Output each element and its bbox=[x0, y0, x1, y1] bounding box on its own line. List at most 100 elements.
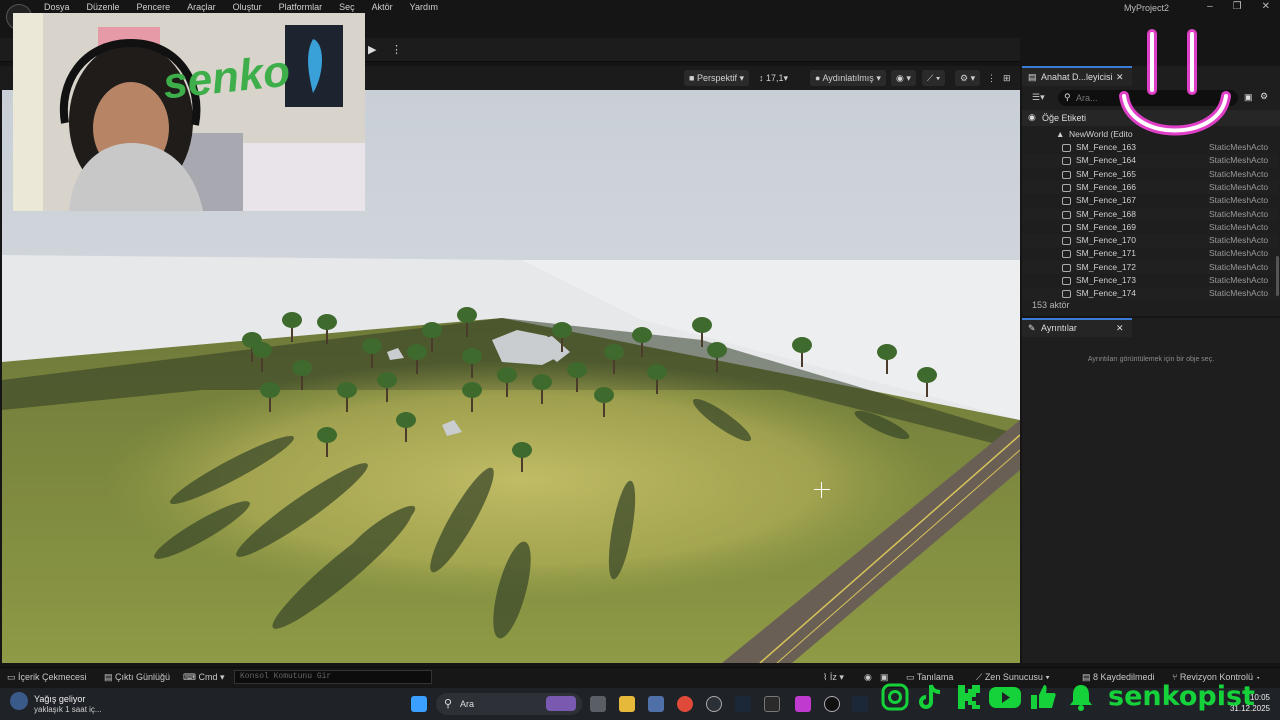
show-button[interactable]: ◉ ▾ bbox=[891, 70, 916, 86]
outliner-row[interactable]: SM_Fence_173 StaticMeshActo bbox=[1022, 274, 1278, 287]
weather-title[interactable]: Yağış geliyor bbox=[34, 694, 85, 704]
tree-canopy bbox=[692, 317, 712, 333]
record-icon[interactable]: ◉ bbox=[864, 672, 872, 683]
tree-canopy bbox=[917, 367, 937, 383]
static-mesh-icon bbox=[1062, 263, 1071, 272]
play-icon[interactable]: ▶ bbox=[368, 43, 382, 57]
app-icon[interactable] bbox=[706, 696, 722, 712]
tree-canopy bbox=[422, 322, 442, 338]
close-details-icon[interactable]: ✕ bbox=[1116, 323, 1124, 334]
close-button[interactable]: ✕ bbox=[1262, 1, 1270, 12]
maximize-button[interactable]: ❐ bbox=[1233, 1, 1242, 12]
outliner-row[interactable]: SM_Fence_165 StaticMeshActo bbox=[1022, 168, 1278, 181]
filter-icon[interactable]: ☰▾ bbox=[1032, 92, 1045, 103]
diagnostics-icon: ▭ bbox=[906, 672, 917, 682]
unreal-engine-icon[interactable] bbox=[824, 696, 840, 712]
terminal-icon: ⌨ bbox=[183, 672, 199, 682]
static-mesh-icon bbox=[1062, 170, 1071, 179]
menu-file[interactable]: Dosya bbox=[44, 2, 79, 12]
console-input[interactable]: Konsol Komutunu Gir bbox=[234, 670, 432, 684]
row-type: StaticMeshActo bbox=[1209, 275, 1269, 285]
outliner-row[interactable]: SM_Fence_168 StaticMeshActo bbox=[1022, 207, 1278, 221]
menu-edit[interactable]: Düzenle bbox=[87, 2, 129, 12]
weather-icon[interactable] bbox=[10, 692, 28, 710]
tree-canopy bbox=[252, 342, 272, 358]
outliner-settings-icon[interactable]: ⚙ bbox=[1260, 91, 1268, 102]
tree-canopy bbox=[407, 344, 427, 360]
details-panel: ✎ Ayrıntılar ✕ Ayrıntıları görüntülemek … bbox=[1022, 318, 1280, 663]
search-highlight-icon bbox=[546, 696, 576, 711]
add-folder-icon[interactable]: ▣ bbox=[1244, 92, 1253, 103]
perspective-button[interactable]: ■ Perspektif ▾ bbox=[684, 70, 749, 86]
log-icon: ▤ bbox=[104, 672, 116, 682]
menu-actor[interactable]: Aktör bbox=[372, 2, 402, 12]
fov-button[interactable]: ↕ 17,1▾ bbox=[754, 70, 793, 86]
file-explorer-icon[interactable] bbox=[619, 696, 635, 712]
content-drawer-label: İçerik Çekmecesi bbox=[18, 672, 87, 682]
more-options-icon[interactable]: ⋮ bbox=[391, 43, 402, 56]
outliner-scrollbar[interactable] bbox=[1276, 256, 1279, 296]
tree-canopy bbox=[647, 364, 667, 380]
item-label-column[interactable]: Öğe Etiketi bbox=[1042, 113, 1086, 123]
menu-tools[interactable]: Araçlar bbox=[187, 2, 225, 12]
lighting-button[interactable]: ● Aydınlatılmış ▾ bbox=[810, 70, 886, 86]
row-type: StaticMeshActo bbox=[1209, 181, 1269, 192]
windows-start-icon[interactable] bbox=[411, 696, 427, 712]
store-icon[interactable] bbox=[648, 696, 664, 712]
eye-icon: ◉ bbox=[896, 73, 904, 83]
tree-canopy bbox=[317, 427, 337, 443]
zen-label: Zen Sunucusu bbox=[984, 672, 1043, 682]
taskbar-search[interactable]: ⚲ Ara bbox=[436, 693, 582, 715]
menu-window[interactable]: Pencere bbox=[137, 2, 180, 12]
trace-button[interactable]: ⌇ İz ▾ bbox=[823, 672, 844, 683]
webcam-feed bbox=[13, 13, 365, 211]
chrome-icon[interactable] bbox=[677, 696, 693, 712]
menu-help[interactable]: Yardım bbox=[410, 2, 447, 12]
diagnostics-label: Tanılama bbox=[916, 672, 954, 682]
pink-app-icon[interactable] bbox=[795, 696, 811, 712]
tree-canopy bbox=[792, 337, 812, 353]
outliner-row[interactable]: SM_Fence_167 StaticMeshActo bbox=[1022, 194, 1278, 207]
visibility-icon[interactable]: ◉ bbox=[1028, 112, 1036, 123]
static-mesh-icon bbox=[1062, 250, 1071, 259]
row-type: StaticMeshActo bbox=[1209, 221, 1269, 232]
cmd-button[interactable]: ⌨ Cmd ▾ bbox=[183, 672, 225, 683]
settings-button[interactable]: ⚙ ▾ bbox=[955, 70, 981, 86]
menu-list: Dosya Düzenle Pencere Araçlar Oluştur Pl… bbox=[44, 2, 455, 12]
menu-build[interactable]: Oluştur bbox=[233, 2, 271, 12]
outliner-row[interactable]: SM_Fence_171 StaticMeshActo bbox=[1022, 247, 1278, 260]
content-drawer-button[interactable]: ▭ İçerik Çekmecesi bbox=[7, 672, 87, 683]
static-mesh-icon bbox=[1062, 197, 1071, 206]
outliner-row[interactable]: SM_Fence_169 StaticMeshActo bbox=[1022, 221, 1278, 234]
row-name: SM_Fence_170 bbox=[1076, 235, 1137, 246]
outliner-row[interactable]: SM_Fence_174 StaticMeshActo bbox=[1022, 287, 1278, 301]
social-overlay: senkopist bbox=[878, 681, 1280, 716]
tree-canopy bbox=[532, 374, 552, 390]
outliner-row[interactable]: SM_Fence_170 StaticMeshActo bbox=[1022, 234, 1278, 248]
task-view-icon[interactable] bbox=[590, 696, 606, 712]
menu-platforms[interactable]: Platformlar bbox=[279, 2, 332, 12]
steam-icon[interactable] bbox=[735, 696, 751, 712]
kick-icon bbox=[958, 685, 980, 709]
snap-button[interactable]: ⟋ ▾ bbox=[922, 70, 946, 86]
static-mesh-icon bbox=[1062, 183, 1071, 192]
minimize-button[interactable]: – bbox=[1207, 1, 1213, 12]
outliner-row[interactable]: SM_Fence_166 StaticMeshActo bbox=[1022, 180, 1278, 194]
tab-details[interactable]: ✎ Ayrıntılar ✕ bbox=[1022, 318, 1132, 337]
static-mesh-icon bbox=[1062, 157, 1071, 166]
world-icon: ▲ bbox=[1056, 129, 1065, 139]
static-mesh-icon bbox=[1062, 210, 1071, 219]
details-empty-message: Ayrıntıları görüntülemek için bir obje s… bbox=[1087, 356, 1215, 363]
mouse-crosshair bbox=[814, 482, 830, 498]
cmd-label: Cmd bbox=[198, 672, 218, 682]
layout-icon[interactable]: ⊞ bbox=[998, 70, 1016, 86]
menu-select[interactable]: Seç bbox=[339, 2, 364, 12]
taskbar-search-label: Ara bbox=[460, 699, 475, 709]
tree-canopy bbox=[362, 338, 382, 354]
camera-icon: ■ bbox=[689, 73, 697, 83]
output-log-button[interactable]: ▤ Çıktı Günlüğü bbox=[104, 672, 170, 683]
row-name: SM_Fence_169 bbox=[1076, 221, 1137, 232]
steam-alt-icon[interactable] bbox=[852, 696, 868, 712]
epic-games-icon[interactable] bbox=[764, 696, 780, 712]
outliner-row[interactable]: SM_Fence_172 StaticMeshActo bbox=[1022, 260, 1278, 274]
